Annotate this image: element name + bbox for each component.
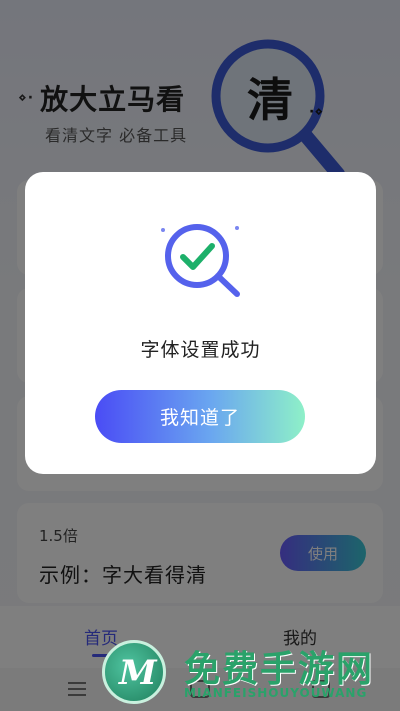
watermark: M 免费手游网 MIANFEISHOUYOUWANG bbox=[102, 636, 400, 711]
magnifier-check-icon bbox=[161, 224, 240, 297]
confirm-button[interactable]: 我知道了 bbox=[95, 390, 305, 443]
watermark-en: MIANFEISHOUYOUWANG bbox=[184, 686, 368, 700]
watermark-cn: 免费手游网 bbox=[184, 649, 375, 690]
success-dialog: 字体设置成功 我知道了 bbox=[25, 172, 376, 474]
dialog-message: 字体设置成功 bbox=[140, 339, 261, 361]
watermark-logo-icon: M bbox=[102, 640, 166, 704]
